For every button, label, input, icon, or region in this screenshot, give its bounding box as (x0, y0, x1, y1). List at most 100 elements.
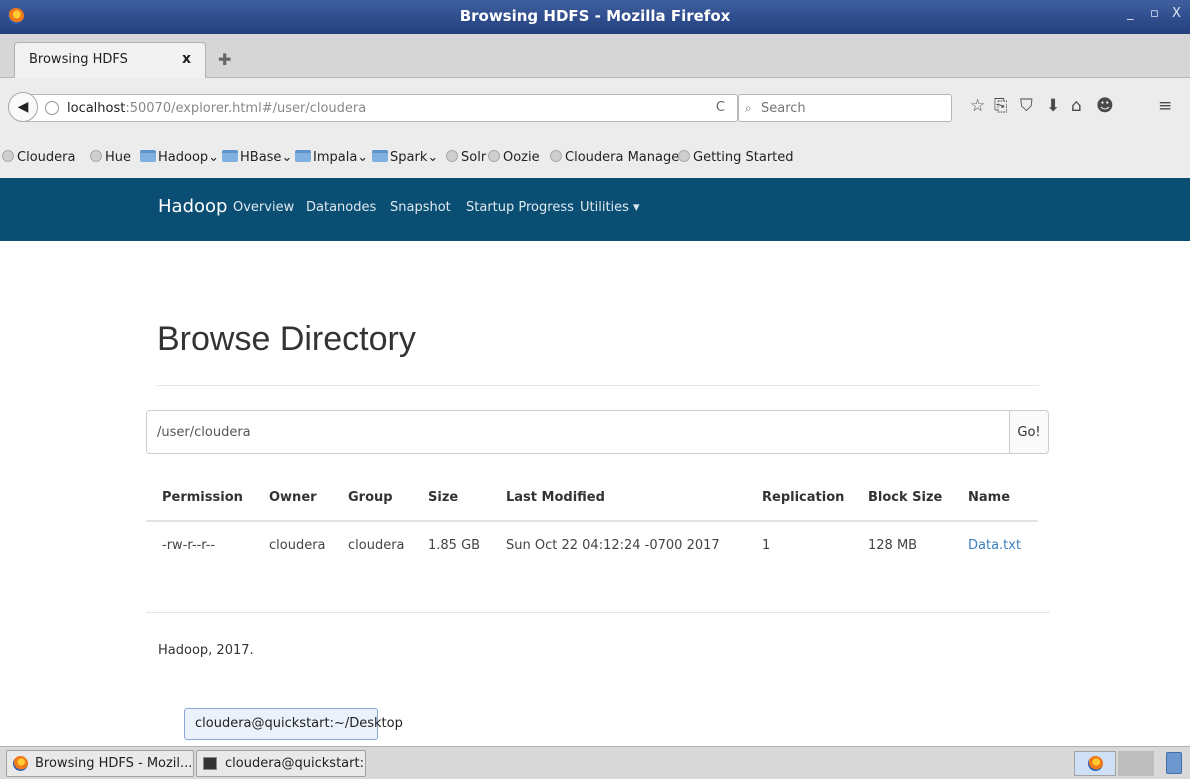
tab-title: Browsing HDFS (29, 52, 128, 67)
terminal-icon (203, 757, 217, 770)
bookmark-label: Oozie (503, 150, 540, 165)
folder-icon (222, 150, 238, 162)
table-header-divider (146, 520, 1038, 522)
home-icon[interactable]: ⌂ (1071, 96, 1082, 116)
taskbar-item-firefox[interactable]: Browsing HDFS - Mozil... (6, 750, 194, 777)
nav-snapshot[interactable]: Snapshot (390, 200, 451, 215)
folder-icon (372, 150, 388, 162)
search-bar[interactable]: ⌕ (738, 94, 952, 122)
search-icon: ⌕ (745, 101, 752, 115)
bookmarks-toolbar: Cloudera Hue Hadoop⌄ HBase⌄ Impala⌄ Spar… (0, 140, 1190, 178)
bookmark-label: Spark (390, 150, 428, 165)
tab-browsing-hdfs[interactable]: Browsing HDFS x (14, 42, 206, 78)
divider (157, 385, 1039, 386)
bookmark-folder-spark[interactable]: Spark⌄ (372, 150, 438, 165)
cell-group: cloudera (348, 538, 405, 553)
bookmark-folder-impala[interactable]: Impala⌄ (295, 150, 368, 165)
firefox-icon (1088, 756, 1103, 771)
bookmark-oozie[interactable]: Oozie (488, 150, 540, 165)
bookmark-label: Hadoop (158, 150, 209, 165)
globe-icon (2, 150, 14, 162)
chevron-down-icon: ⌄ (357, 150, 369, 165)
globe-icon (550, 150, 562, 162)
column-header-group[interactable]: Group (348, 490, 393, 505)
taskbar-item-label: Browsing HDFS - Mozil... (35, 756, 193, 771)
bookmark-hue[interactable]: Hue (90, 150, 131, 165)
firefox-icon (13, 756, 28, 771)
pocket-icon[interactable]: ⛉ (1020, 96, 1033, 116)
workspace-switcher-2[interactable] (1118, 751, 1154, 776)
chevron-down-icon: ⌄ (208, 150, 220, 165)
trash-icon[interactable] (1166, 752, 1182, 774)
bookmark-label: Getting Started (693, 150, 794, 165)
bookmark-cloudera[interactable]: Cloudera (2, 150, 75, 165)
window-titlebar: Browsing HDFS - Mozilla Firefox _ ▫ X (0, 0, 1190, 34)
page-footer: Hadoop, 2017. (158, 643, 254, 658)
cell-permission: -rw-r--r-- (162, 538, 216, 553)
workspace-switcher-1[interactable] (1074, 751, 1116, 776)
url-text: localhost:50070/explorer.html#/user/clou… (67, 101, 366, 116)
column-header-size[interactable]: Size (428, 490, 458, 505)
chevron-down-icon: ⌄ (281, 150, 293, 165)
nav-datanodes[interactable]: Datanodes (306, 200, 376, 215)
column-header-permission[interactable]: Permission (162, 490, 243, 505)
globe-icon (90, 150, 102, 162)
url-bar[interactable]: localhost:50070/explorer.html#/user/clou… (26, 94, 738, 122)
column-header-name[interactable]: Name (968, 490, 1010, 505)
hadoop-brand-link[interactable]: Hadoop (158, 196, 227, 217)
reload-icon[interactable]: C (716, 100, 725, 115)
column-header-replication[interactable]: Replication (762, 490, 844, 505)
taskbar-item-terminal[interactable]: cloudera@quickstart:~... (196, 750, 366, 777)
tab-close-icon[interactable]: x (182, 51, 191, 67)
globe-icon (678, 150, 690, 162)
bookmark-folder-hadoop[interactable]: Hadoop⌄ (140, 150, 219, 165)
bookmark-folder-hbase[interactable]: HBase⌄ (222, 150, 292, 165)
new-tab-icon[interactable]: ✚ (218, 50, 231, 69)
back-button[interactable]: ◀ (8, 92, 38, 122)
divider (146, 612, 1050, 613)
go-button[interactable]: Go! (1009, 410, 1049, 454)
cell-replication: 1 (762, 538, 771, 553)
column-header-owner[interactable]: Owner (269, 490, 317, 505)
bookmark-solr[interactable]: Solr (446, 150, 486, 165)
bookmark-getting-started[interactable]: Getting Started (678, 150, 794, 165)
downloads-icon[interactable]: ⬇ (1046, 96, 1060, 116)
column-header-block-size[interactable]: Block Size (868, 490, 942, 505)
hello-icon[interactable]: ☻ (1096, 96, 1114, 116)
bookmark-star-icon[interactable]: ☆ (970, 96, 985, 116)
directory-path-input[interactable] (146, 410, 1010, 454)
bookmark-label: HBase (240, 150, 282, 165)
window-title: Browsing HDFS - Mozilla Firefox (459, 7, 731, 25)
url-host: localhost (67, 101, 126, 116)
nav-overview[interactable]: Overview (233, 200, 294, 215)
taskbar: Browsing HDFS - Mozil... cloudera@quicks… (0, 746, 1190, 779)
navigation-toolbar: localhost:50070/explorer.html#/user/clou… (0, 78, 1190, 140)
folder-icon (295, 150, 311, 162)
close-window-button[interactable]: X (1172, 6, 1181, 21)
globe-icon (446, 150, 458, 162)
bookmark-label: Cloudera (17, 150, 76, 165)
cell-size: 1.85 GB (428, 538, 481, 553)
minimize-button[interactable]: _ (1127, 6, 1134, 21)
column-header-last-modified[interactable]: Last Modified (506, 490, 605, 505)
site-identity-icon[interactable] (45, 101, 59, 115)
bookmark-label: Cloudera Manager (565, 150, 685, 165)
cell-last-modified: Sun Oct 22 04:12:24 -0700 2017 (506, 538, 720, 553)
nav-utilities-dropdown[interactable]: Utilities ▾ (580, 200, 640, 215)
bookmark-label: Impala (313, 150, 358, 165)
taskbar-tooltip: cloudera@quickstart:~/Desktop (184, 708, 403, 740)
bookmark-label: Solr (461, 150, 487, 165)
back-arrow-icon: ◀ (17, 99, 29, 115)
chevron-down-icon: ⌄ (427, 150, 439, 165)
url-path: :50070/explorer.html#/user/cloudera (125, 101, 367, 116)
menu-icon[interactable]: ≡ (1158, 96, 1172, 116)
reading-list-icon[interactable]: ⎘ (994, 96, 1008, 116)
folder-icon (140, 150, 156, 162)
bookmark-cloudera-manager[interactable]: Cloudera Manager (550, 150, 685, 165)
maximize-button[interactable]: ▫ (1150, 6, 1159, 21)
nav-startup-progress[interactable]: Startup Progress (466, 200, 574, 215)
cell-owner: cloudera (269, 538, 326, 553)
search-input[interactable] (761, 99, 941, 117)
tab-strip: Browsing HDFS x ✚ (0, 34, 1190, 78)
file-link-name[interactable]: Data.txt (968, 538, 1021, 553)
